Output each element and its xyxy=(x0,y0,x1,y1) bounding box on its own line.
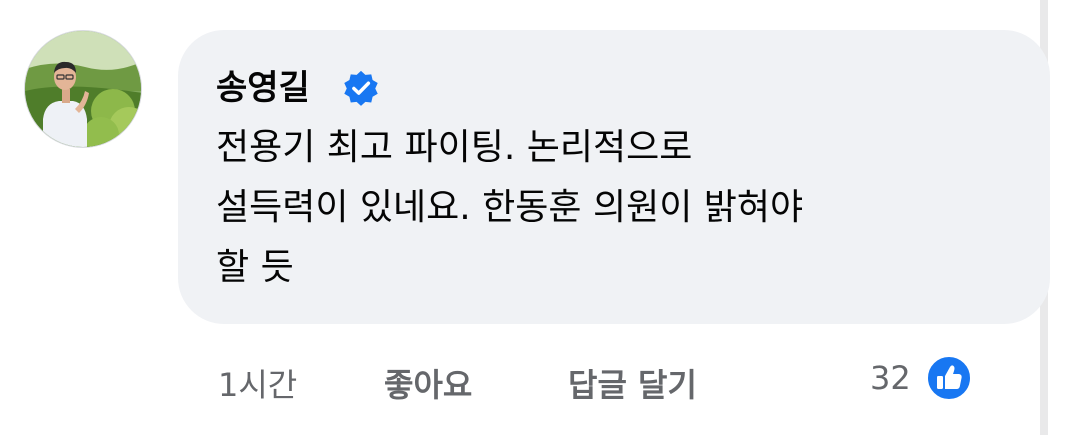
comment-text-line: 전용기 최고 파이팅. 논리적으로 xyxy=(216,127,693,168)
comment-text: 전용기 최고 파이팅. 논리적으로 설득력이 있네요. 한동훈 의원이 밝혀야 … xyxy=(216,118,1036,298)
reply-button[interactable]: 답글 달기 xyxy=(568,360,697,406)
reaction-summary[interactable]: 32 xyxy=(870,354,973,402)
author-name[interactable]: 송영길 xyxy=(216,68,310,108)
comment-bubble: 송영길 전용기 최고 파이팅. 논리적으로 설득력이 있네요. 한동훈 의원이 … xyxy=(178,30,1050,324)
verified-badge-icon xyxy=(344,70,378,106)
comment-text-line: 할 듯 xyxy=(216,247,294,288)
avatar[interactable] xyxy=(24,30,142,148)
comment-text-line: 설득력이 있네요. 한동훈 의원이 밝혀야 xyxy=(216,187,804,228)
comment-screen: 송영길 전용기 최고 파이팅. 논리적으로 설득력이 있네요. 한동훈 의원이 … xyxy=(0,0,1080,435)
author-row: 송영길 xyxy=(216,68,380,108)
comment-actions: 1시간 좋아요 답글 달기 32 xyxy=(0,350,1000,410)
like-button[interactable]: 좋아요 xyxy=(384,360,472,406)
reaction-count: 32 xyxy=(870,359,911,397)
timestamp[interactable]: 1시간 xyxy=(218,360,297,406)
thumbs-up-icon xyxy=(925,355,972,401)
